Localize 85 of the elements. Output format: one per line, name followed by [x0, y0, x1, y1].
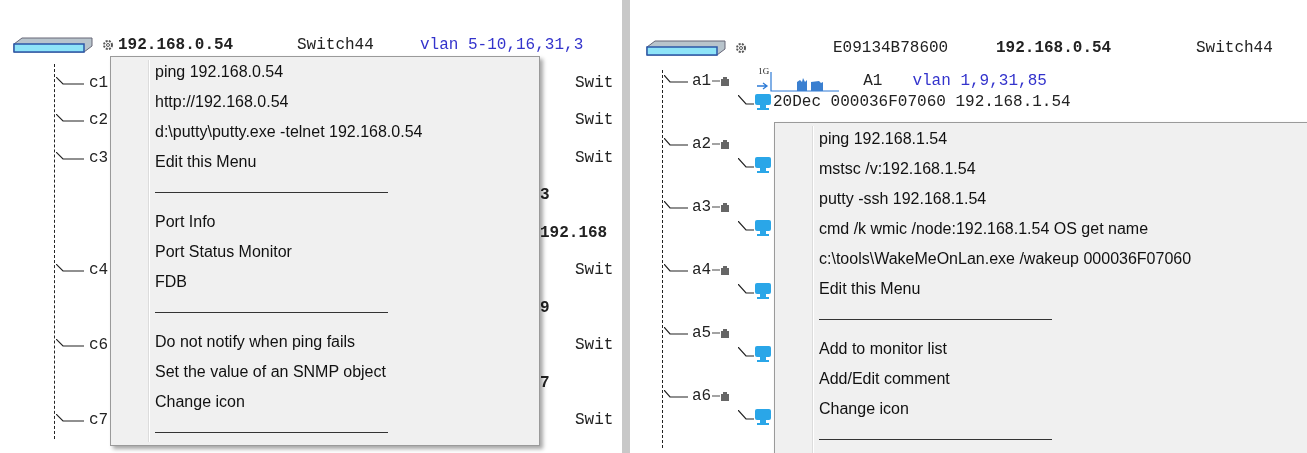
device-address: 192.168.0.54 [118, 36, 235, 54]
device-type: Swit [575, 73, 615, 92]
device-address: 192.168.0.54 [996, 39, 1113, 57]
menu-item[interactable]: Edit this Menu [775, 274, 1307, 304]
menu-item[interactable]: Port Status Monitor [111, 237, 539, 267]
tree-connector [56, 339, 84, 348]
vlan-list: vlan 1,9,31,85 [912, 71, 1047, 90]
switch-icon [645, 39, 727, 57]
port-label[interactable]: a3 [692, 197, 712, 216]
menu-item[interactable]: Edit this Menu [111, 147, 539, 177]
menu-item[interactable]: Add to monitor list [775, 334, 1307, 364]
port-label[interactable]: a4 [692, 260, 712, 279]
tree-connector [738, 283, 754, 294]
port-detail: 7 [540, 373, 551, 392]
port-icon [712, 264, 731, 275]
port-label[interactable]: a1 [692, 71, 712, 90]
mac-address: E09134B78600 [833, 39, 950, 57]
menu-item[interactable]: ping 192.168.1.54 [775, 124, 1307, 154]
port-label[interactable]: c4 [89, 261, 109, 280]
tree-connector [56, 264, 84, 273]
menu-item[interactable]: FDB [111, 267, 539, 297]
monitor-icon [754, 218, 772, 237]
port-detail: 9 [540, 298, 551, 317]
device-name: Switch44 [297, 36, 375, 54]
host-info: 20Dec 000036F07060 192.168.1.54 [773, 92, 1071, 111]
monitor-icon [754, 344, 772, 363]
tree-connector [738, 94, 754, 105]
tree-connector [664, 74, 688, 83]
settings-icon[interactable] [735, 42, 747, 54]
port-label[interactable]: a2 [692, 134, 712, 153]
device-name: Switch44 [1196, 39, 1273, 57]
menu-item[interactable]: Change icon [111, 387, 539, 417]
menu-item[interactable]: Do not notify when ping fails [111, 327, 539, 357]
switch-icon [12, 36, 94, 54]
menu-item[interactable]: Set the value of an SNMP object [111, 357, 539, 387]
port-label[interactable]: c1 [89, 73, 109, 92]
device-type: Swit [575, 336, 615, 355]
port-name: A1 [863, 71, 883, 90]
tree-connector [56, 414, 84, 423]
device-type: Swit [575, 148, 615, 167]
tree-connector [664, 137, 688, 146]
device-type: Swit [575, 111, 615, 130]
port-detail: 192.168 [540, 223, 609, 242]
menu-item[interactable]: mstsc /v:192.168.1.54 [775, 154, 1307, 184]
port-icon [712, 75, 731, 86]
port-detail: 3 [540, 186, 551, 205]
device-type: Swit [575, 261, 615, 280]
menu-item[interactable]: http://192.168.0.54 [111, 87, 539, 117]
speed-label: 1G [758, 66, 770, 76]
device-type: Swit [575, 411, 615, 430]
menu-item[interactable]: Add/Edit comment [775, 364, 1307, 394]
port-label[interactable]: c7 [89, 411, 109, 430]
port-icon [712, 201, 731, 212]
tree-connector [56, 76, 84, 85]
menu-item[interactable]: putty -ssh 192.168.1.54 [775, 184, 1307, 214]
port-label[interactable]: c6 [89, 336, 109, 355]
tree-connector [664, 200, 688, 209]
tree-connector [56, 151, 84, 160]
tree-connector [738, 346, 754, 357]
port-icon [712, 390, 731, 401]
port-icon [712, 138, 731, 149]
tree-connector [664, 326, 688, 335]
port-label[interactable]: a5 [692, 323, 712, 342]
port-icon [712, 327, 731, 338]
monitor-icon [754, 155, 772, 174]
tree-connector [738, 220, 754, 231]
tree-connector [664, 389, 688, 398]
menu-item[interactable]: Port Info [111, 207, 539, 237]
menu-item[interactable]: cmd /k wmic /node:192.168.1.54 OS get name [775, 214, 1307, 244]
tree-connector [738, 157, 754, 168]
monitor-icon [754, 281, 772, 300]
menu-item[interactable]: c:\tools\WakeMeOnLan.exe /wakeup 000036F07060 [775, 244, 1307, 274]
menu-item[interactable]: Change icon [775, 394, 1307, 424]
monitor-icon [754, 92, 772, 111]
tree-connector [738, 409, 754, 420]
port-label[interactable]: c3 [89, 148, 109, 167]
menu-item[interactable]: ping 192.168.0.54 [111, 57, 539, 87]
vlan-list: vlan 5-10,16,31,3 [420, 36, 584, 54]
monitor-icon [754, 407, 772, 426]
menu-item[interactable]: d:\putty\putty.exe -telnet 192.168.0.54 [111, 117, 539, 147]
tree-connector [664, 263, 688, 272]
port-label[interactable]: a6 [692, 386, 712, 405]
port-label[interactable]: c2 [89, 111, 109, 130]
settings-icon[interactable] [102, 39, 114, 51]
tree-connector [56, 114, 84, 123]
